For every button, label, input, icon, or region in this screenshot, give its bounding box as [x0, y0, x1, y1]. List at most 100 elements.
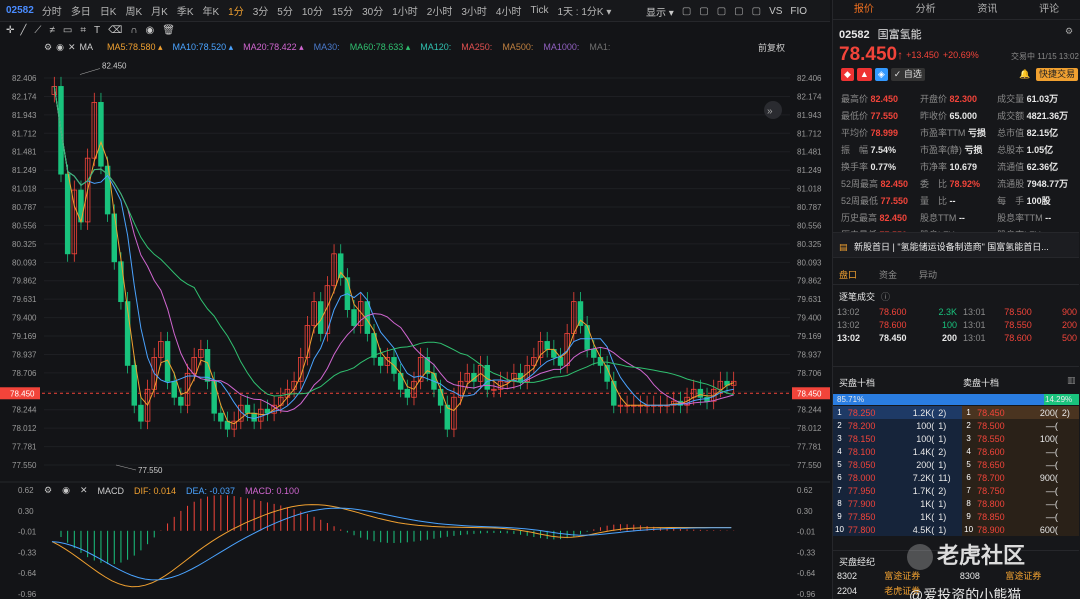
kline-chart[interactable]: 82.406 82.406 82.174 82.174 81.943 81.943 81.7…	[0, 38, 830, 599]
interval-tab-17[interactable]: Tick	[530, 5, 548, 16]
interval-tab-7[interactable]: 1分	[228, 3, 244, 18]
candle-body	[437, 388, 444, 406]
interval-tab-0[interactable]: 分时	[42, 3, 62, 18]
text-tool-icon[interactable]: T	[94, 25, 100, 36]
info-icon[interactable]: ⓘ	[881, 290, 890, 303]
eye-icon[interactable]: ◉	[62, 485, 70, 496]
watermark-text: 老虎社区	[937, 543, 1026, 568]
channel-tool-icon[interactable]: ≠	[49, 25, 55, 36]
bid-price[interactable]: 77.900	[845, 497, 896, 510]
fullscreen-icon[interactable]: ▢	[699, 6, 708, 17]
ask-price[interactable]: 78.650	[975, 458, 1026, 471]
y-axis-label-right: 80.093	[797, 258, 822, 267]
bid-price[interactable]: 78.150	[845, 432, 896, 445]
settings-icon[interactable]: ⚙	[44, 485, 52, 496]
quick-trade-button[interactable]: 快捷交易	[1036, 68, 1079, 81]
panel-tab-2[interactable]: 资讯	[957, 0, 1019, 19]
ask-price[interactable]: 78.900	[975, 523, 1026, 536]
candle-body	[171, 380, 177, 398]
image-icon[interactable]: ▢	[734, 6, 743, 17]
bid-price[interactable]: 77.950	[845, 484, 896, 497]
panel-tab-1[interactable]: 分析	[895, 0, 957, 19]
ask-size: —(	[1025, 419, 1060, 432]
candle-body	[138, 404, 144, 422]
bid-price[interactable]: 78.000	[845, 471, 896, 484]
bid-orders: 2)	[936, 484, 963, 497]
macd-axis-left: 0.30	[18, 507, 34, 516]
watchlist-button[interactable]: ✓ 自选	[890, 68, 925, 81]
subtab-0[interactable]: 盘口	[839, 268, 857, 281]
stats-row: 52周最低 77.550 量 比 -- 每 手 100股	[841, 193, 1075, 208]
interval-tab-14[interactable]: 2小时	[427, 3, 453, 18]
macd-axis-left: 0.62	[18, 486, 34, 495]
candle-body	[178, 396, 184, 406]
magnet-icon[interactable]: ∩	[130, 25, 137, 36]
fib-tool-icon[interactable]: ⌗	[80, 25, 86, 36]
interval-tab-9[interactable]: 5分	[277, 3, 293, 18]
line-tool-icon[interactable]: ╱	[20, 25, 26, 36]
subtab-2[interactable]: 异动	[919, 268, 937, 281]
bell-icon[interactable]: 🔔	[1019, 69, 1030, 80]
interval-tab-5[interactable]: 季K	[177, 3, 194, 18]
bid-price[interactable]: 78.250	[845, 406, 896, 419]
interval-tab-3[interactable]: 周K	[125, 3, 142, 18]
panel-tab-3[interactable]: 评论	[1018, 0, 1080, 19]
camera-icon[interactable]: ▢	[717, 6, 726, 17]
stat-value: 0.77%	[870, 162, 897, 172]
interval-tab-1[interactable]: 多日	[71, 3, 91, 18]
ask-price[interactable]: 78.800	[975, 497, 1026, 510]
expand-icon[interactable]: ▢	[752, 6, 761, 17]
interval-tab-10[interactable]: 10分	[302, 3, 323, 18]
ticks-table: 13:02 78.600 2.3K 13:01 78.500 900 13:02 78.600…	[833, 305, 1079, 344]
vs-button[interactable]: VS	[769, 6, 782, 17]
ask-price[interactable]: 78.500	[975, 419, 1026, 432]
settings-icon[interactable]: ⚙	[1065, 26, 1073, 37]
interval-tab-6[interactable]: 年K	[203, 3, 220, 18]
interval-tab-13[interactable]: 1小时	[392, 3, 418, 18]
interval-tab-4[interactable]: 月K	[151, 3, 168, 18]
y-axis-label-right: 82.174	[797, 92, 822, 101]
delete-icon[interactable]: 🗑	[162, 25, 175, 36]
bid-price[interactable]: 77.850	[845, 510, 896, 523]
high-label: 82.450	[102, 61, 127, 70]
news-banner[interactable]: ▤ 新股首日 | "氢能储运设备制造商" 国富氢能首日...	[833, 232, 1079, 258]
interval-tab-8[interactable]: 3分	[253, 3, 269, 18]
ray-tool-icon[interactable]: ⟋	[34, 25, 41, 36]
subtab-1[interactable]: 资金	[879, 268, 897, 281]
ask-price[interactable]: 78.850	[975, 510, 1026, 523]
bid-price[interactable]: 77.800	[845, 523, 896, 536]
display-dropdown[interactable]: 显示 ▾	[646, 4, 674, 19]
bid-price[interactable]: 78.050	[845, 458, 896, 471]
ask-price[interactable]: 78.700	[975, 471, 1026, 484]
low-pointer	[115, 464, 137, 471]
tick-cell: 13:02	[837, 332, 861, 343]
ask-price[interactable]: 78.550	[975, 432, 1026, 445]
interval-tab-15[interactable]: 3小时	[461, 3, 487, 18]
ask-orders	[1059, 497, 1079, 510]
interval-tab-12[interactable]: 30分	[362, 3, 383, 18]
last-price-label-left: 78.450	[10, 389, 35, 398]
ask-price[interactable]: 78.450	[975, 406, 1026, 419]
eraser-icon[interactable]: ⌫	[108, 25, 122, 36]
interval-tab-11[interactable]: 15分	[332, 3, 353, 18]
bid-price[interactable]: 78.200	[845, 419, 896, 432]
close-icon[interactable]: ✕	[80, 485, 88, 496]
symbol-label[interactable]: 02582	[6, 5, 34, 16]
eye-icon[interactable]: ◉	[145, 25, 154, 36]
interval-tab-18[interactable]: 1天 : 1分K ▾	[557, 3, 611, 18]
rect-tool-icon[interactable]: ▭	[63, 25, 72, 36]
bid-price[interactable]: 78.100	[845, 445, 896, 458]
layout-icon[interactable]: ▢	[682, 6, 691, 17]
book-toggle-icon[interactable]: ▥	[1067, 375, 1076, 386]
ask-price[interactable]: 78.600	[975, 445, 1026, 458]
ask-price[interactable]: 78.750	[975, 484, 1026, 497]
interval-tab-2[interactable]: 日K	[100, 3, 117, 18]
fio-button[interactable]: FIO	[790, 6, 807, 17]
crosshair-icon[interactable]: ✛	[6, 25, 14, 36]
panel-tab-0[interactable]: 报价	[833, 0, 895, 19]
interval-tab-16[interactable]: 4小时	[496, 3, 522, 18]
ask-level: 3	[962, 432, 976, 445]
stat-value: 7948.77万	[1026, 179, 1069, 189]
bid-size: 7.2K(	[895, 471, 937, 484]
stats-row: 最高价 82.450 开盘价 82.300 成交量 61.03万	[841, 91, 1075, 106]
